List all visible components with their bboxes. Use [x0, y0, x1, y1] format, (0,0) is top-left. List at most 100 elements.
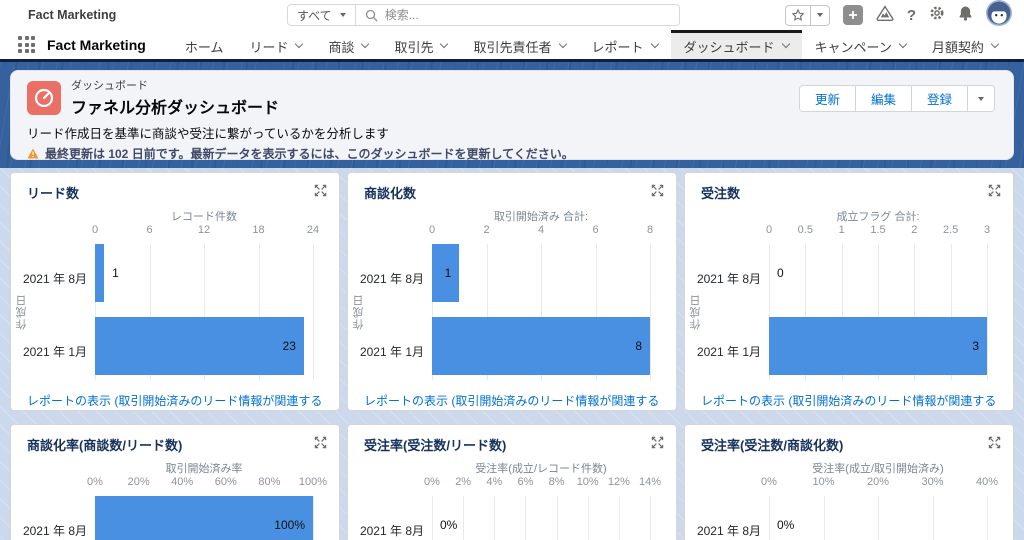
page-title: ファネル分析ダッシュボード: [71, 100, 280, 117]
search-scope-label: すべて: [297, 8, 332, 23]
nav-tab[interactable]: 商談: [315, 30, 381, 59]
bar[interactable]: 100%: [95, 496, 313, 540]
refresh-button[interactable]: 更新: [799, 86, 856, 111]
bar-rows: 2021 年 8月 1 2021 年 1月 23: [11, 244, 313, 385]
warning-text: 最終更新は 102 日前です。最新データを表示するには、このダッシュボードを更新…: [45, 147, 574, 161]
axis-tick-label: 10%: [576, 476, 599, 488]
axis-ticks: 0 0.5 1 1.5 2 2.5 3: [766, 224, 990, 239]
gridline: [987, 496, 988, 540]
bar[interactable]: 3: [769, 317, 987, 375]
axis-tick-label: 12: [197, 224, 211, 236]
plot-area: 作成日 2021 年 8月 1 2021 年 1月 8: [348, 244, 651, 380]
category-label: 2021 年 8月: [22, 271, 87, 286]
axis-tick-label: 24: [306, 224, 320, 236]
nav-tab-label: 取引先責任者: [473, 39, 552, 55]
dashboard-header: ダッシュボード ファネル分析ダッシュボード リード作成日を基準に商談や受注に繋が…: [10, 70, 1014, 181]
favorites-star-icon[interactable]: [786, 6, 810, 25]
category-label: 2021 年 8月: [359, 523, 424, 538]
add-icon[interactable]: [842, 5, 863, 25]
bar-rows: 2021 年 8月 1 2021 年 1月 8: [348, 244, 650, 385]
axis-tick-label: 40%: [975, 476, 999, 488]
warning-icon: [27, 148, 39, 159]
expand-icon[interactable]: [651, 436, 664, 454]
app-launcher-icon[interactable]: [18, 36, 35, 53]
chevron-down-icon: [558, 39, 567, 49]
chart-card-opportunity-count: 商談化数 取引開始済み 合計: 0 2 4 6 8 作成日 2021 年 8月 1 2021 年 1…: [347, 172, 677, 411]
subscribe-button[interactable]: 登録: [911, 86, 968, 111]
card-head: 受注率(受注数/商談化数): [685, 425, 1013, 460]
edit-button[interactable]: 編集: [855, 86, 912, 111]
stale-data-warning: 最終更新は 102 日前です。最新データを表示するには、このダッシュボードを更新…: [27, 145, 995, 162]
favorites-caret-icon[interactable]: [809, 5, 829, 25]
report-link[interactable]: レポートの表示 (取引開始済みのリード情報が関連するリード): [701, 394, 996, 410]
axis-ticks: 0% 20% 40% 60% 80% 100%: [87, 476, 327, 491]
user-avatar[interactable]: [986, 0, 1012, 31]
axis-tick-label: 2.5: [943, 224, 959, 236]
gridline: [313, 496, 314, 540]
axis-ticks: 0% 2% 4% 6% 8% 10% 12% 14%: [424, 476, 661, 491]
nav-tab[interactable]: リード: [236, 30, 315, 59]
nav-tab[interactable]: 取引先責任者: [460, 30, 578, 59]
axis-tick-label: 8%: [548, 476, 565, 488]
nav-tab-label: リード: [249, 39, 289, 55]
category-label: 2021 年 1月: [359, 344, 424, 359]
card-head: 受注数: [685, 173, 1013, 208]
bar[interactable]: 1: [95, 244, 119, 302]
expand-icon[interactable]: [651, 184, 664, 202]
axis-tick-label: 4%: [486, 476, 503, 488]
axis-tick-label: 8: [646, 224, 654, 236]
nav-tab[interactable]: 月額売上: [1011, 30, 1024, 59]
chevron-down-icon: [295, 39, 304, 49]
axis-tick-label: 14%: [638, 476, 662, 488]
axis-tick-label: 0: [91, 224, 99, 236]
expand-icon[interactable]: [314, 436, 327, 454]
axis-title: 成立フラグ 合計:: [836, 211, 920, 223]
search-scope-selector[interactable]: すべて: [287, 4, 356, 26]
chart-card-win-rate-per-opportunity: 受注率(受注数/商談化数) 受注率(成立/取引開始済み) 0% 10% 20% 30% 40…: [684, 424, 1014, 540]
axis-tick-label: 2: [911, 224, 918, 236]
nav-tab[interactable]: 月額契約: [919, 30, 1011, 59]
expand-icon[interactable]: [988, 184, 1001, 202]
search-input[interactable]: [384, 8, 670, 22]
value-label: 1: [444, 266, 452, 280]
nav-tab-label: キャンペーン: [814, 39, 892, 55]
bar[interactable]: 8: [432, 317, 650, 375]
plot-area: 作成日2021 年 8月0%: [685, 496, 988, 540]
axis-tick-label: 20%: [127, 476, 150, 488]
chevron-down-icon: [978, 96, 984, 101]
report-link[interactable]: レポートの表示 (取引開始済みのリード情報が関連するリード): [364, 394, 659, 410]
gridline: [650, 244, 651, 380]
axis-tick-label: 60%: [214, 476, 237, 488]
nav-tab[interactable]: レポート: [579, 30, 671, 59]
nav-tab[interactable]: ホーム: [172, 30, 237, 59]
axis-tick-label: 40%: [171, 476, 194, 488]
chart-card-lead-count: リード数 レコード件数 0 6 12 18 24 作成日 2021 年 8月 1 2021 年 1月…: [10, 172, 340, 411]
card-head: 商談化数: [348, 173, 676, 208]
bar[interactable]: 23: [95, 317, 304, 375]
setup-gear-icon[interactable]: [929, 5, 945, 26]
category-label: 2021 年 8月: [22, 523, 87, 538]
salesforce-window: Fact Marketing すべて 検索... ? Fact Marketin…: [0, 0, 1024, 540]
chart-row: 2021 年 8月 0%: [685, 496, 987, 540]
axis-tick-label: 0%: [761, 476, 777, 488]
chart-row: 2021 年 8月 1: [11, 244, 313, 312]
nav-tab-label: レポート: [591, 39, 644, 55]
notification-bell-icon[interactable]: [958, 5, 973, 26]
value-label: 8: [635, 339, 642, 353]
expand-icon[interactable]: [988, 436, 1001, 454]
nav-tab[interactable]: ダッシュボード: [670, 30, 802, 59]
card-head: 受注率(受注数/リード数): [348, 425, 676, 460]
nav-tab[interactable]: キャンペーン: [802, 30, 919, 59]
chart-row: 2021 年 8月 0: [685, 244, 987, 312]
trailhead-icon[interactable]: [876, 4, 894, 26]
axis-tick-label: 10%: [812, 476, 835, 488]
chart-row: 2021 年 8月 100%: [11, 496, 313, 540]
value-label: 0: [777, 266, 784, 280]
chevron-down-icon: [650, 39, 659, 49]
nav-tab[interactable]: 取引先: [381, 30, 460, 59]
help-icon[interactable]: ?: [907, 7, 916, 24]
report-link[interactable]: レポートの表示 (取引開始済みのリード情報が関連するリード): [27, 394, 322, 410]
expand-icon[interactable]: [314, 184, 327, 202]
bar[interactable]: 1: [432, 244, 460, 302]
more-actions-button[interactable]: [968, 86, 994, 111]
